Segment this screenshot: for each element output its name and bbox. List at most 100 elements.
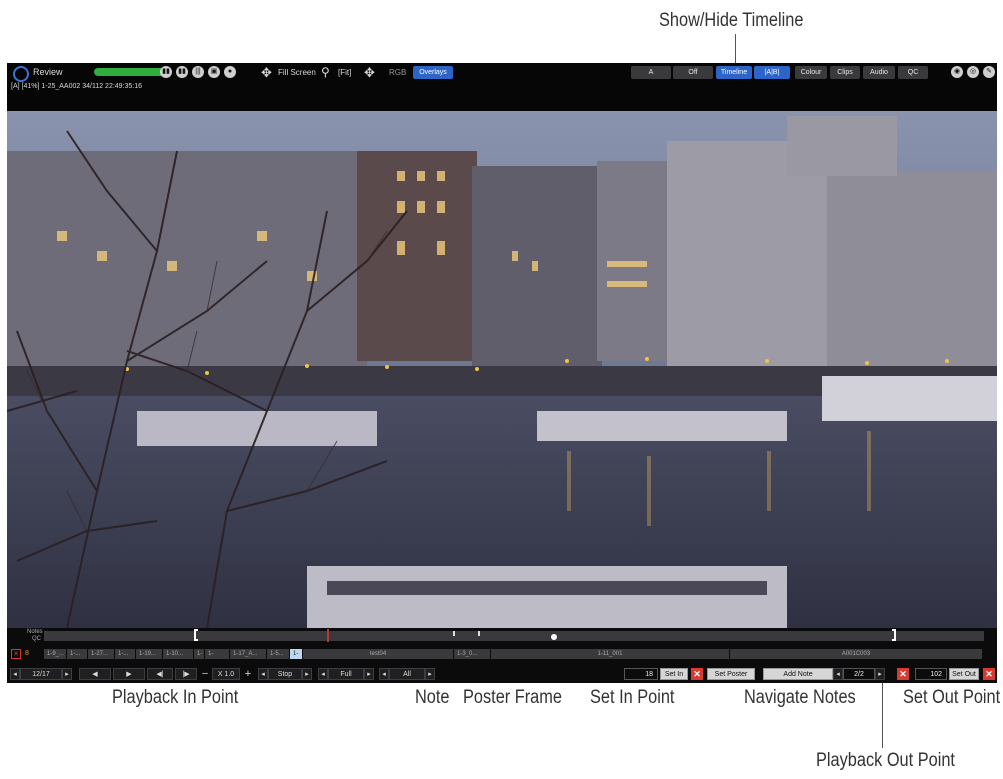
- pen-icon[interactable]: ✎: [983, 66, 995, 78]
- clip-segment[interactable]: 1-19...: [136, 649, 162, 659]
- playhead-marker[interactable]: [327, 629, 329, 642]
- callout-playback-out-point: Playback Out Point: [816, 750, 955, 771]
- clip-segment[interactable]: 1-: [205, 649, 229, 659]
- colour-tab[interactable]: Colour: [795, 66, 827, 79]
- transport-controls: ◂ 12/17 ▸ ◀ ▶ ◀| |▶ – X 1.0 + ◂ Stop ▸ ◂…: [7, 668, 997, 680]
- move-cross-icon[interactable]: ✥: [261, 65, 272, 81]
- clip-segment[interactable]: test04: [303, 649, 453, 659]
- status-ring-icon[interactable]: [13, 66, 29, 82]
- clear-out-button[interactable]: ✕: [983, 668, 995, 680]
- notes-track[interactable]: Notes QC: [7, 629, 997, 643]
- note-marker-1[interactable]: [453, 631, 455, 636]
- clip-track[interactable]: ✕ 8 1-9_... 1-... 1-27... 1-... 1-19... …: [7, 649, 997, 660]
- clips-tab[interactable]: Clips: [830, 66, 860, 79]
- add-note-button[interactable]: Add Note: [763, 668, 833, 680]
- clip-segment[interactable]: 1-27...: [88, 649, 114, 659]
- clip-segment[interactable]: 1-10...: [163, 649, 193, 659]
- loop-next-button[interactable]: ▸: [302, 668, 312, 680]
- clip-segment[interactable]: 1-11_001: [491, 649, 729, 659]
- clip-count: 8: [25, 650, 29, 657]
- audio-channels-icon[interactable]: ▮▮: [176, 66, 188, 78]
- out-frame-field[interactable]: 102: [915, 668, 947, 680]
- settings-icon[interactable]: ◎: [967, 66, 979, 78]
- compare-off-button[interactable]: Off: [673, 66, 713, 79]
- mode-label: Review: [33, 67, 63, 77]
- notes-track-bar[interactable]: [44, 631, 984, 641]
- leader-show-hide-timeline: [735, 34, 736, 66]
- fit-label[interactable]: [Fit]: [338, 68, 351, 77]
- clip-track-close-icon[interactable]: ✕: [11, 649, 21, 659]
- speed-increase-button[interactable]: +: [242, 668, 254, 680]
- range-prev-button[interactable]: ◂: [318, 668, 328, 680]
- note-index-display[interactable]: 2/2: [843, 668, 875, 680]
- overlays-button[interactable]: Overlays: [413, 66, 453, 79]
- callout-playback-in-point: Playback In Point: [112, 687, 239, 708]
- clip-segment[interactable]: 1-...: [115, 649, 135, 659]
- set-out-button[interactable]: Set Out: [949, 668, 979, 680]
- scope-display[interactable]: All: [389, 668, 425, 680]
- clip-segment[interactable]: 1-...: [67, 649, 87, 659]
- zoom-icon[interactable]: ⚲: [321, 65, 330, 79]
- qc-track-label: QC: [32, 636, 41, 642]
- clip-segment-active[interactable]: 1-: [290, 649, 302, 659]
- callout-poster-frame: Poster Frame: [463, 687, 562, 708]
- audio-tab[interactable]: Audio: [863, 66, 895, 79]
- callout-show-hide-timeline: Show/Hide Timeline: [659, 10, 804, 31]
- loop-prev-button[interactable]: ◂: [258, 668, 268, 680]
- set-in-button[interactable]: Set In: [660, 668, 688, 680]
- range-next-button[interactable]: ▸: [364, 668, 374, 680]
- clip-segment[interactable]: 1-3_0...: [454, 649, 490, 659]
- callout-note: Note: [415, 687, 450, 708]
- timeline-toggle-button[interactable]: Timeline: [716, 66, 752, 79]
- audio-bars-icon[interactable]: |||: [192, 66, 204, 78]
- clip-segment[interactable]: 1-: [194, 649, 204, 659]
- clip-segment[interactable]: 1-17_A...: [230, 649, 266, 659]
- speed-display[interactable]: X 1.0: [212, 668, 240, 680]
- scope-next-button[interactable]: ▸: [425, 668, 435, 680]
- top-toolbar: Review ▮▮ ▮▮ ||| ▣ ● ✥ Fill Screen ⚲ [Fi…: [7, 63, 997, 111]
- prev-note-button[interactable]: ◂: [833, 668, 843, 680]
- clip-segment[interactable]: 1-9_...: [44, 649, 66, 659]
- play-reverse-button[interactable]: ◀: [79, 668, 111, 680]
- record-status-bar: [94, 68, 166, 76]
- position-cross-icon[interactable]: ✥: [364, 65, 375, 81]
- callout-navigate-notes: Navigate Notes: [744, 687, 856, 708]
- prev-clip-button[interactable]: ◂: [10, 668, 20, 680]
- step-back-button[interactable]: ◀|: [147, 668, 173, 680]
- delete-note-button[interactable]: ✕: [897, 668, 909, 680]
- note-marker-2[interactable]: [478, 631, 480, 636]
- poster-frame-marker[interactable]: [551, 634, 557, 640]
- step-forward-button[interactable]: |▶: [175, 668, 197, 680]
- notes-track-label: Notes: [27, 629, 43, 635]
- set-poster-button[interactable]: Set Poster: [707, 668, 755, 680]
- qc-tab[interactable]: QC: [898, 66, 928, 79]
- speed-decrease-button[interactable]: –: [200, 668, 210, 680]
- play-forward-button[interactable]: ▶: [113, 668, 145, 680]
- ab-toggle-button[interactable]: |A|B|: [754, 66, 790, 79]
- clip-index-display[interactable]: 12/17: [20, 668, 62, 680]
- compare-a-button[interactable]: A: [631, 66, 671, 79]
- audio-meter-icon[interactable]: ▮▮: [160, 66, 172, 78]
- next-clip-button[interactable]: ▸: [62, 668, 72, 680]
- snapshot-icon[interactable]: ▣: [208, 66, 220, 78]
- clear-in-button[interactable]: ✕: [691, 668, 703, 680]
- playback-in-marker[interactable]: [194, 629, 198, 641]
- river-city-frame: [7, 111, 997, 628]
- video-viewer[interactable]: [7, 111, 997, 628]
- fill-screen-label[interactable]: Fill Screen: [278, 68, 316, 77]
- review-app-window: Review ▮▮ ▮▮ ||| ▣ ● ✥ Fill Screen ⚲ [Fi…: [7, 63, 997, 683]
- callout-set-out-point: Set Out Point: [903, 687, 1001, 708]
- next-note-button[interactable]: ▸: [875, 668, 885, 680]
- playback-out-marker[interactable]: [892, 629, 896, 641]
- clip-segment[interactable]: 1-5...: [267, 649, 289, 659]
- clip-segment[interactable]: A001C003: [730, 649, 982, 659]
- scope-prev-button[interactable]: ◂: [379, 668, 389, 680]
- microphone-icon[interactable]: ●: [224, 66, 236, 78]
- range-mode-display[interactable]: Full: [328, 668, 364, 680]
- rgb-label[interactable]: RGB: [389, 68, 406, 77]
- in-frame-field[interactable]: 18: [624, 668, 658, 680]
- record-icon[interactable]: ◉: [951, 66, 963, 78]
- callout-set-in-point: Set In Point: [590, 687, 675, 708]
- loop-mode-display[interactable]: Stop: [268, 668, 302, 680]
- status-line: [A] [41%] 1-25_AA002 34/112 22:49:35:16: [11, 83, 143, 90]
